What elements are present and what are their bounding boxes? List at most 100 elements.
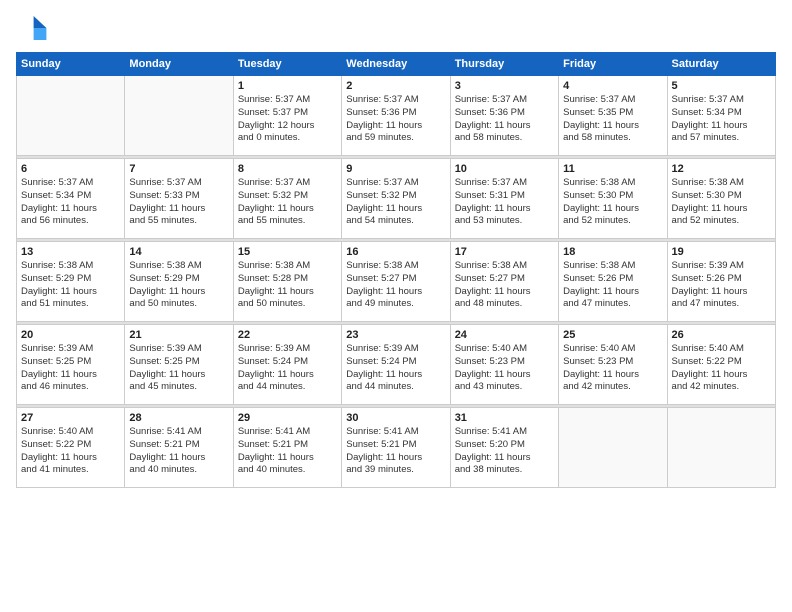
day-number: 11 bbox=[563, 163, 662, 175]
day-number: 9 bbox=[346, 163, 445, 175]
day-number: 3 bbox=[455, 80, 554, 92]
day-info: Sunrise: 5:41 AM Sunset: 5:20 PM Dayligh… bbox=[455, 426, 554, 477]
day-info: Sunrise: 5:41 AM Sunset: 5:21 PM Dayligh… bbox=[346, 426, 445, 477]
day-info: Sunrise: 5:41 AM Sunset: 5:21 PM Dayligh… bbox=[129, 426, 228, 477]
calendar-body: 1 Sunrise: 5:37 AM Sunset: 5:37 PM Daylig… bbox=[17, 76, 776, 488]
calendar-week-row: 6 Sunrise: 5:37 AM Sunset: 5:34 PM Daylig… bbox=[17, 159, 776, 239]
calendar-cell: 3 Sunrise: 5:37 AM Sunset: 5:36 PM Daylig… bbox=[450, 76, 558, 156]
day-number: 26 bbox=[672, 329, 771, 341]
day-number: 6 bbox=[21, 163, 120, 175]
day-info: Sunrise: 5:38 AM Sunset: 5:29 PM Dayligh… bbox=[21, 260, 120, 311]
calendar-cell: 7 Sunrise: 5:37 AM Sunset: 5:33 PM Daylig… bbox=[125, 159, 233, 239]
header-wednesday: Wednesday bbox=[342, 53, 450, 76]
calendar-cell: 30 Sunrise: 5:41 AM Sunset: 5:21 PM Dayli… bbox=[342, 408, 450, 488]
calendar-cell: 17 Sunrise: 5:38 AM Sunset: 5:27 PM Dayli… bbox=[450, 242, 558, 322]
day-info: Sunrise: 5:39 AM Sunset: 5:26 PM Dayligh… bbox=[672, 260, 771, 311]
calendar-cell: 14 Sunrise: 5:38 AM Sunset: 5:29 PM Dayli… bbox=[125, 242, 233, 322]
day-info: Sunrise: 5:37 AM Sunset: 5:34 PM Dayligh… bbox=[21, 177, 120, 228]
calendar-cell: 10Sunrise: 5:37 AM Sunset: 5:31 PM Dayli… bbox=[450, 159, 558, 239]
day-info: Sunrise: 5:39 AM Sunset: 5:24 PM Dayligh… bbox=[346, 343, 445, 394]
day-info: Sunrise: 5:37 AM Sunset: 5:32 PM Dayligh… bbox=[346, 177, 445, 228]
calendar-cell: 12 Sunrise: 5:38 AM Sunset: 5:30 PM Dayli… bbox=[667, 159, 775, 239]
logo bbox=[16, 12, 52, 44]
day-info: Sunrise: 5:40 AM Sunset: 5:23 PM Dayligh… bbox=[455, 343, 554, 394]
calendar-cell: 13 Sunrise: 5:38 AM Sunset: 5:29 PM Dayli… bbox=[17, 242, 125, 322]
day-info: Sunrise: 5:37 AM Sunset: 5:36 PM Dayligh… bbox=[455, 94, 554, 145]
calendar-page: Sunday Monday Tuesday Wednesday Thursday… bbox=[0, 0, 792, 612]
calendar-cell: 1 Sunrise: 5:37 AM Sunset: 5:37 PM Daylig… bbox=[233, 76, 341, 156]
day-number: 27 bbox=[21, 412, 120, 424]
day-info: Sunrise: 5:38 AM Sunset: 5:30 PM Dayligh… bbox=[563, 177, 662, 228]
day-number: 1 bbox=[238, 80, 337, 92]
calendar-week-row: 20 Sunrise: 5:39 AM Sunset: 5:25 PM Dayli… bbox=[17, 325, 776, 405]
day-info: Sunrise: 5:37 AM Sunset: 5:35 PM Dayligh… bbox=[563, 94, 662, 145]
day-number: 25 bbox=[563, 329, 662, 341]
day-number: 17 bbox=[455, 246, 554, 258]
calendar-cell: 11 Sunrise: 5:38 AM Sunset: 5:30 PM Dayli… bbox=[559, 159, 667, 239]
header-monday: Monday bbox=[125, 53, 233, 76]
day-info: Sunrise: 5:40 AM Sunset: 5:22 PM Dayligh… bbox=[21, 426, 120, 477]
day-info: Sunrise: 5:39 AM Sunset: 5:25 PM Dayligh… bbox=[21, 343, 120, 394]
day-number: 20 bbox=[21, 329, 120, 341]
calendar-cell: 26 Sunrise: 5:40 AM Sunset: 5:22 PM Dayli… bbox=[667, 325, 775, 405]
calendar-cell: 18Sunrise: 5:38 AM Sunset: 5:26 PM Dayli… bbox=[559, 242, 667, 322]
calendar-cell: 24 Sunrise: 5:40 AM Sunset: 5:23 PM Dayli… bbox=[450, 325, 558, 405]
day-number: 13 bbox=[21, 246, 120, 258]
day-number: 7 bbox=[129, 163, 228, 175]
day-number: 8 bbox=[238, 163, 337, 175]
calendar-cell: 6 Sunrise: 5:37 AM Sunset: 5:34 PM Daylig… bbox=[17, 159, 125, 239]
calendar-cell: 15Sunrise: 5:38 AM Sunset: 5:28 PM Dayli… bbox=[233, 242, 341, 322]
day-info: Sunrise: 5:38 AM Sunset: 5:29 PM Dayligh… bbox=[129, 260, 228, 311]
logo-icon bbox=[16, 12, 48, 44]
calendar-cell: 28 Sunrise: 5:41 AM Sunset: 5:21 PM Dayli… bbox=[125, 408, 233, 488]
day-info: Sunrise: 5:37 AM Sunset: 5:37 PM Dayligh… bbox=[238, 94, 337, 145]
day-number: 22 bbox=[238, 329, 337, 341]
calendar-cell: 19Sunrise: 5:39 AM Sunset: 5:26 PM Dayli… bbox=[667, 242, 775, 322]
header-saturday: Saturday bbox=[667, 53, 775, 76]
header-thursday: Thursday bbox=[450, 53, 558, 76]
day-number: 12 bbox=[672, 163, 771, 175]
day-number: 2 bbox=[346, 80, 445, 92]
calendar-cell: 16Sunrise: 5:38 AM Sunset: 5:27 PM Dayli… bbox=[342, 242, 450, 322]
header-sunday: Sunday bbox=[17, 53, 125, 76]
calendar-cell bbox=[125, 76, 233, 156]
calendar-table: Sunday Monday Tuesday Wednesday Thursday… bbox=[16, 52, 776, 488]
calendar-week-row: 27 Sunrise: 5:40 AM Sunset: 5:22 PM Dayli… bbox=[17, 408, 776, 488]
header-tuesday: Tuesday bbox=[233, 53, 341, 76]
day-number: 14 bbox=[129, 246, 228, 258]
calendar-cell: 20 Sunrise: 5:39 AM Sunset: 5:25 PM Dayli… bbox=[17, 325, 125, 405]
day-number: 4 bbox=[563, 80, 662, 92]
day-number: 29 bbox=[238, 412, 337, 424]
calendar-week-row: 1 Sunrise: 5:37 AM Sunset: 5:37 PM Daylig… bbox=[17, 76, 776, 156]
calendar-cell: 21 Sunrise: 5:39 AM Sunset: 5:25 PM Dayli… bbox=[125, 325, 233, 405]
calendar-cell bbox=[17, 76, 125, 156]
day-info: Sunrise: 5:37 AM Sunset: 5:33 PM Dayligh… bbox=[129, 177, 228, 228]
header-friday: Friday bbox=[559, 53, 667, 76]
calendar-cell bbox=[559, 408, 667, 488]
day-info: Sunrise: 5:37 AM Sunset: 5:36 PM Dayligh… bbox=[346, 94, 445, 145]
day-info: Sunrise: 5:40 AM Sunset: 5:23 PM Dayligh… bbox=[563, 343, 662, 394]
day-info: Sunrise: 5:37 AM Sunset: 5:32 PM Dayligh… bbox=[238, 177, 337, 228]
day-info: Sunrise: 5:38 AM Sunset: 5:30 PM Dayligh… bbox=[672, 177, 771, 228]
day-info: Sunrise: 5:40 AM Sunset: 5:22 PM Dayligh… bbox=[672, 343, 771, 394]
day-number: 28 bbox=[129, 412, 228, 424]
day-number: 30 bbox=[346, 412, 445, 424]
day-info: Sunrise: 5:37 AM Sunset: 5:34 PM Dayligh… bbox=[672, 94, 771, 145]
day-info: Sunrise: 5:38 AM Sunset: 5:27 PM Dayligh… bbox=[455, 260, 554, 311]
day-number: 24 bbox=[455, 329, 554, 341]
day-number: 21 bbox=[129, 329, 228, 341]
day-info: Sunrise: 5:38 AM Sunset: 5:28 PM Dayligh… bbox=[238, 260, 337, 311]
header bbox=[16, 12, 776, 44]
day-number: 23 bbox=[346, 329, 445, 341]
calendar-cell: 5 Sunrise: 5:37 AM Sunset: 5:34 PM Daylig… bbox=[667, 76, 775, 156]
day-number: 5 bbox=[672, 80, 771, 92]
day-info: Sunrise: 5:39 AM Sunset: 5:25 PM Dayligh… bbox=[129, 343, 228, 394]
day-number: 16 bbox=[346, 246, 445, 258]
day-info: Sunrise: 5:39 AM Sunset: 5:24 PM Dayligh… bbox=[238, 343, 337, 394]
day-number: 10 bbox=[455, 163, 554, 175]
calendar-cell: 2 Sunrise: 5:37 AM Sunset: 5:36 PM Daylig… bbox=[342, 76, 450, 156]
calendar-cell: 27 Sunrise: 5:40 AM Sunset: 5:22 PM Dayli… bbox=[17, 408, 125, 488]
calendar-cell: 31 Sunrise: 5:41 AM Sunset: 5:20 PM Dayli… bbox=[450, 408, 558, 488]
day-number: 31 bbox=[455, 412, 554, 424]
day-info: Sunrise: 5:38 AM Sunset: 5:26 PM Dayligh… bbox=[563, 260, 662, 311]
